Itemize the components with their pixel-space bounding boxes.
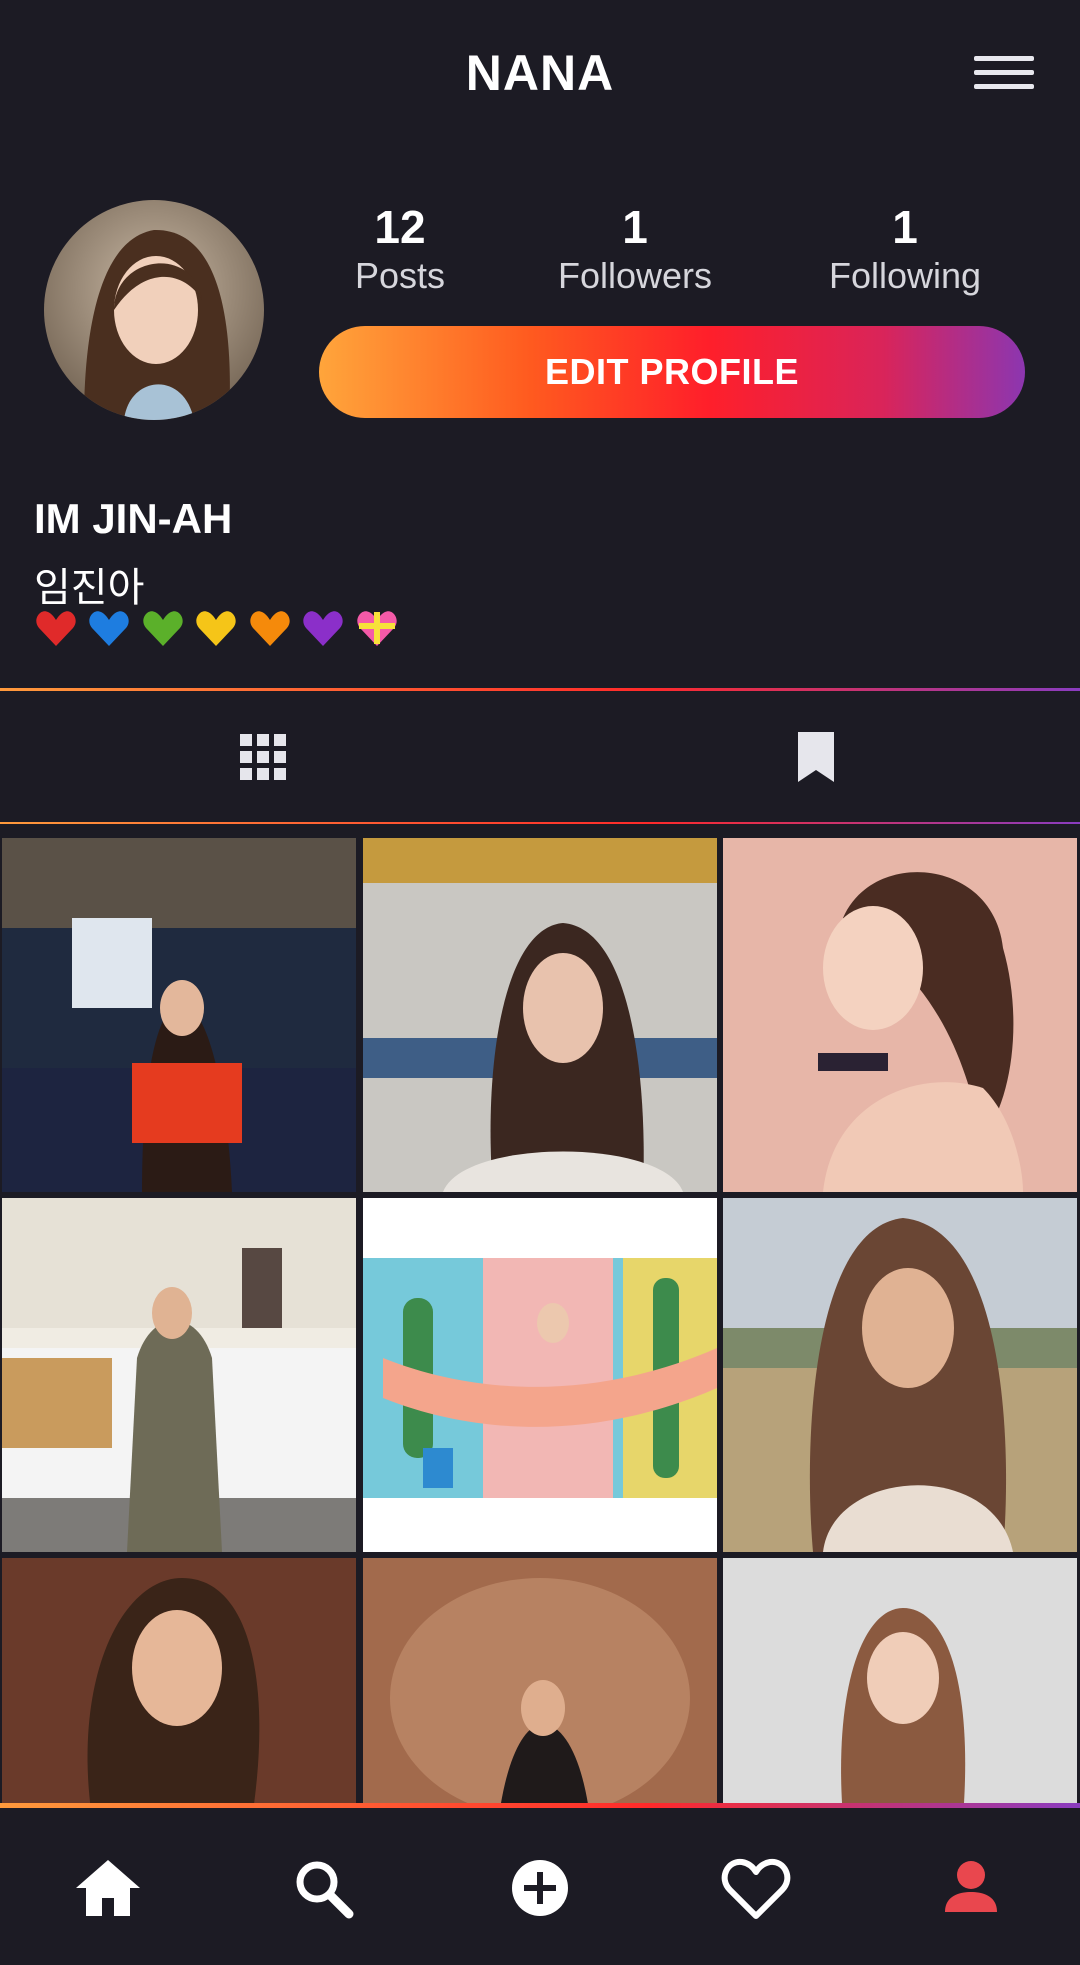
following-label: Following <box>828 255 982 296</box>
post-thumbnail[interactable] <box>723 1198 1077 1552</box>
blue-heart-icon <box>89 611 130 646</box>
posts-label: Posts <box>354 255 446 296</box>
green-heart-icon <box>143 611 183 646</box>
yellow-heart-icon <box>196 611 237 646</box>
bookmark-icon <box>798 732 834 782</box>
post-grid: MA <box>0 824 1080 1804</box>
tab-grid[interactable] <box>0 692 540 822</box>
post-thumbnail[interactable] <box>363 1198 717 1552</box>
edit-profile-button[interactable]: EDIT PROFILE <box>319 326 1025 418</box>
nav-search[interactable] <box>283 1848 363 1928</box>
post-thumbnail[interactable] <box>363 1558 717 1804</box>
post-thumbnail[interactable] <box>2 1198 356 1552</box>
nav-activity[interactable] <box>716 1848 796 1928</box>
orange-heart-icon <box>250 611 290 646</box>
grid-icon <box>240 734 286 780</box>
post-thumbnail[interactable]: MA <box>2 1558 356 1804</box>
avatar[interactable] <box>44 200 264 420</box>
heart-with-ribbon-icon <box>357 611 397 646</box>
profile-korean-name: 임진아 <box>34 566 145 610</box>
search-icon <box>296 1861 354 1919</box>
post-thumbnail[interactable] <box>2 838 356 1192</box>
purple-heart-icon <box>303 611 343 646</box>
nav-add-post[interactable] <box>500 1848 580 1928</box>
home-icon <box>76 1860 140 1916</box>
followers-label: Followers <box>557 255 713 296</box>
add-post-icon <box>512 1860 568 1916</box>
bio-hearts <box>34 606 404 656</box>
heart-icon <box>721 1858 791 1919</box>
nav-home[interactable] <box>68 1848 148 1928</box>
tab-saved[interactable] <box>540 692 1080 822</box>
followers-count: 1 <box>622 201 648 253</box>
following-count: 1 <box>892 201 918 253</box>
profile-icon <box>945 1861 997 1912</box>
followers-stat[interactable]: 1 Followers <box>535 200 735 298</box>
profile-stats: 12 Posts 1 Followers 1 Following <box>320 200 1010 310</box>
profile-name: IM JIN-AH <box>34 495 233 542</box>
app-title: NANA <box>465 45 615 101</box>
hamburger-menu-icon[interactable] <box>974 56 1034 96</box>
red-heart-icon <box>36 611 76 646</box>
divider <box>0 688 1080 691</box>
profile-tabs <box>0 692 1080 822</box>
top-app-bar: NANA <box>0 0 1080 150</box>
posts-count: 12 <box>374 201 426 253</box>
nav-profile[interactable] <box>931 1848 1011 1928</box>
posts-stat[interactable]: 12 Posts <box>320 200 480 298</box>
post-thumbnail[interactable] <box>723 1558 1077 1804</box>
following-stat[interactable]: 1 Following <box>800 200 1010 298</box>
post-thumbnail[interactable] <box>363 838 717 1192</box>
post-thumbnail[interactable] <box>723 838 1077 1192</box>
profile-section: 12 Posts 1 Followers 1 Following EDIT PR… <box>0 150 1080 690</box>
bottom-navigation <box>0 1808 1080 1965</box>
